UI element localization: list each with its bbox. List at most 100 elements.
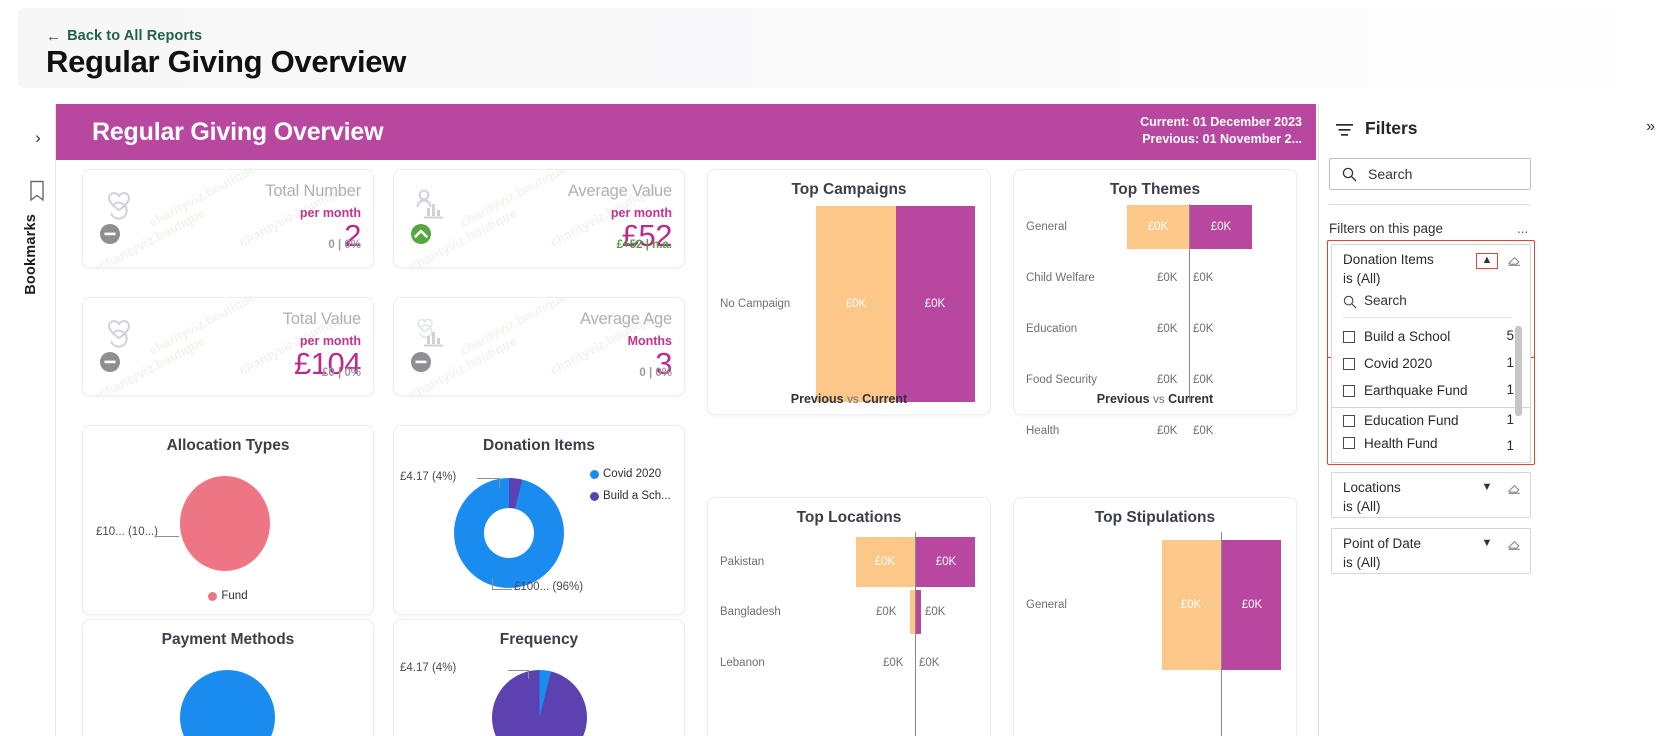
current-period: Current: 01 December 2023 [1140, 115, 1302, 129]
filters-header: Filters » [1319, 104, 1680, 154]
eraser-icon[interactable] [1507, 480, 1522, 500]
filter-item-label: Earthquake Fund [1364, 383, 1468, 398]
chart-card-frequency[interactable]: Frequency £4.17 (4%) [394, 620, 684, 736]
filter-list-scrollbar[interactable] [1515, 326, 1522, 416]
filter-item-count: 1 [1506, 438, 1514, 453]
chevron-up-icon[interactable]: ▲ [1476, 253, 1498, 269]
filter-items-overflow[interactable]: Build a School 5 Covid 2020 1 Earthquake… [1331, 322, 1531, 408]
kpi-card-total-number[interactable]: charityviz.boutique charityviz.boutique … [83, 170, 373, 267]
bar-current[interactable] [916, 590, 921, 634]
leader-line-vertical [492, 578, 493, 590]
chart-title: Top Themes [1109, 181, 1201, 198]
chevron-down-icon[interactable]: ▼ [1476, 481, 1498, 497]
filter-item-build-a-school[interactable]: Build a School [1343, 326, 1450, 347]
leader-line-vertical [528, 670, 529, 679]
bar-value-current: £0K [935, 556, 957, 568]
bar-category-label: General [1026, 599, 1067, 611]
chart-card-top-locations[interactable]: Top Locations Pakistan Bangladesh Lebano… [708, 498, 990, 736]
chart-title: Frequency [499, 631, 579, 648]
checkbox-icon[interactable] [1343, 414, 1355, 427]
power-bi-report-page: ← Back to All Reports Regular Giving Ove… [0, 0, 1680, 736]
chevrons-right-icon[interactable]: » [1646, 118, 1655, 136]
bar-value-previous: £0K [876, 606, 897, 618]
chart-card-top-campaigns[interactable]: Top Campaigns No Campaign £0K £0K Previo… [708, 170, 990, 414]
bar-value-previous: £0K [1147, 221, 1169, 233]
checkbox-icon[interactable] [1343, 437, 1355, 449]
chart-card-top-stipulations[interactable]: Top Stipulations General £0K £0K [1014, 498, 1296, 736]
filter-items-overflow-2[interactable]: Education Fund 1 Health Fund 1 [1331, 408, 1531, 463]
filter-condition: is (All) [1343, 271, 1381, 286]
filters-section-more-button[interactable]: ... [1517, 221, 1528, 236]
filters-search-placeholder: Search [1368, 166, 1413, 182]
chevron-right-icon[interactable]: › [28, 128, 48, 148]
eraser-icon[interactable] [1507, 536, 1522, 556]
minus-circle-icon [99, 351, 121, 373]
filter-name: Donation Items [1343, 252, 1434, 267]
bar-category-label: General [1026, 221, 1067, 233]
kpi-card-average-value[interactable]: charityviz.boutique charityviz.boutique … [394, 170, 684, 267]
legend-swatch [208, 591, 218, 601]
filter-item-covid-2020[interactable]: Covid 2020 [1343, 353, 1432, 374]
checkbox-icon[interactable] [1343, 330, 1355, 343]
bar-category-label: Health [1026, 425, 1060, 437]
report-banner-title: Regular Giving Overview [92, 118, 384, 146]
filter-name: Locations [1343, 480, 1401, 495]
chart-card-payment-methods[interactable]: Payment Methods [83, 620, 373, 736]
bar-category-label: Bangladesh [720, 606, 781, 618]
bar-value-current: £0K [1193, 374, 1214, 386]
chart-card-allocation-types[interactable]: Allocation Types £10... (10...) Fund [83, 426, 373, 614]
footer-previous-label: Previous [1096, 392, 1150, 406]
chart-footer-legend: Previous vs Current [708, 392, 990, 406]
kpi-card-average-age[interactable]: charityviz.boutique charityviz.boutique … [394, 298, 684, 395]
filters-title: Filters [1365, 118, 1418, 138]
bookmark-icon[interactable] [28, 180, 46, 202]
bar-value-current: £0K [1193, 323, 1214, 335]
chart-title: Top Stipulations [1094, 509, 1216, 526]
pie-slice-payment-method[interactable] [180, 670, 275, 736]
minus-circle-icon [99, 223, 121, 245]
bar-previous[interactable] [910, 590, 915, 634]
filter-item-count: 1 [1506, 412, 1514, 427]
bar-category-label: Pakistan [720, 556, 765, 568]
pie-frequency[interactable] [492, 670, 587, 736]
report-canvas: Regular Giving Overview Current: 01 Dece… [56, 104, 1316, 736]
legend-label[interactable]: Covid 2020 [603, 468, 661, 480]
up-circle-icon [410, 223, 432, 245]
kpi-delta: 0 | 0% [639, 367, 672, 379]
bar-value-current: £0K [1241, 599, 1263, 611]
checkbox-icon[interactable] [1343, 384, 1355, 397]
kpi-card-total-value[interactable]: charityviz.boutique charityviz.boutique … [83, 298, 373, 395]
divider [1343, 317, 1511, 318]
filters-search-input[interactable]: Search [1329, 158, 1531, 190]
filter-search-placeholder[interactable]: Search [1364, 293, 1407, 308]
bar-value-previous: £0K [1157, 272, 1178, 284]
minus-circle-icon [410, 351, 432, 373]
chart-title: Donation Items [483, 437, 595, 454]
filter-item-count: 1 [1506, 355, 1514, 370]
footer-current-label: Current [1168, 392, 1214, 406]
bar-value-current: £0K [925, 606, 946, 618]
page-title: Regular Giving Overview [46, 44, 407, 79]
checkbox-icon[interactable] [1343, 357, 1355, 370]
legend-label[interactable]: Build a Sch... [603, 490, 671, 502]
filter-item-education-fund[interactable]: Education Fund [1343, 410, 1459, 431]
chart-card-top-themes[interactable]: Top Themes General Child Welfare Educati… [1014, 170, 1296, 437]
filter-item-label: Health Fund [1364, 436, 1438, 450]
legend-label[interactable]: Fund [221, 590, 247, 602]
back-to-all-reports-link[interactable]: ← Back to All Reports [46, 28, 202, 44]
donut-ring[interactable] [454, 478, 564, 588]
kpi-delta: 0 | 0% [328, 239, 361, 251]
filter-icon [1335, 122, 1354, 143]
filter-card-point-of-date[interactable]: Point of Date is (All) ▼ [1331, 528, 1531, 574]
pie-slice-fund[interactable] [180, 476, 270, 571]
eraser-icon[interactable] [1507, 252, 1522, 272]
filter-item-earthquake-fund[interactable]: Earthquake Fund [1343, 380, 1468, 401]
filter-card-locations[interactable]: Locations is (All) ▼ [1331, 472, 1531, 518]
filter-item-health-fund[interactable]: Health Fund [1343, 436, 1438, 450]
chevron-down-icon[interactable]: ▼ [1476, 537, 1498, 553]
chart-card-donation-items[interactable]: Donation Items £4.17 (4%) £100... (96%) … [394, 426, 684, 614]
search-icon [1342, 167, 1357, 182]
chart-title: Payment Methods [161, 631, 295, 648]
bar-value-previous: £0K [1157, 374, 1178, 386]
bookmarks-label[interactable]: Bookmarks [23, 214, 39, 295]
